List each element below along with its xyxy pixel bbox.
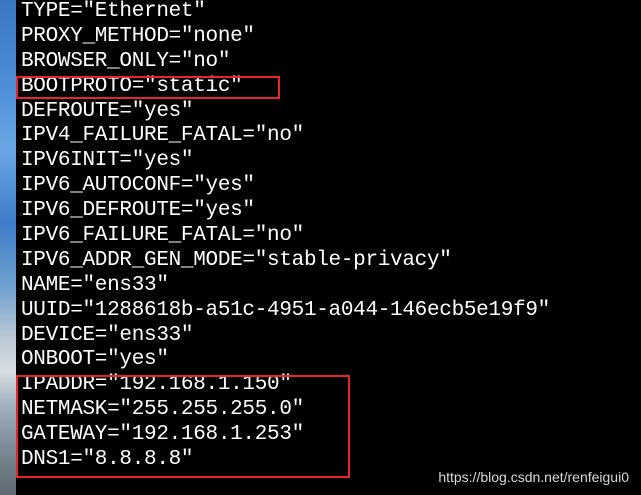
config-line-type: TYPE="Ethernet" <box>21 0 206 23</box>
watermark-url: https://blog.csdn.net/renfeigui0 <box>438 469 629 485</box>
config-line-ipv6-addr-gen-mode: IPV6_ADDR_GEN_MODE="stable-privacy" <box>21 248 452 272</box>
config-line-onboot: ONBOOT="yes" <box>21 348 169 372</box>
config-line-ipv6-failure-fatal: IPV6_FAILURE_FATAL="no" <box>21 224 304 248</box>
network-settings-highlight-box <box>16 375 350 478</box>
config-line-ipv6-autoconf: IPV6_AUTOCONF="yes" <box>21 174 255 198</box>
config-line-browser-only: BROWSER_ONLY="no" <box>21 49 231 73</box>
config-line-proxy-method: PROXY_METHOD="none" <box>21 24 255 48</box>
config-line-ipv6init: IPV6INIT="yes" <box>21 149 194 173</box>
config-line-uuid: UUID="1288618b-a51c-4951-a044-146ecb5e19… <box>21 298 550 322</box>
terminal-window: TYPE="Ethernet" PROXY_METHOD="none" BROW… <box>0 0 641 495</box>
config-line-ipv4-failure-fatal: IPV4_FAILURE_FATAL="no" <box>21 124 304 148</box>
bootproto-highlight-box <box>16 76 280 99</box>
config-line-defroute: DEFROUTE="yes" <box>21 99 194 123</box>
config-line-device: DEVICE="ens33" <box>21 323 194 347</box>
config-line-ipv6-defroute: IPV6_DEFROUTE="yes" <box>21 199 255 223</box>
desktop-wallpaper-strip <box>0 0 16 495</box>
config-line-name: NAME="ens33" <box>21 273 169 297</box>
